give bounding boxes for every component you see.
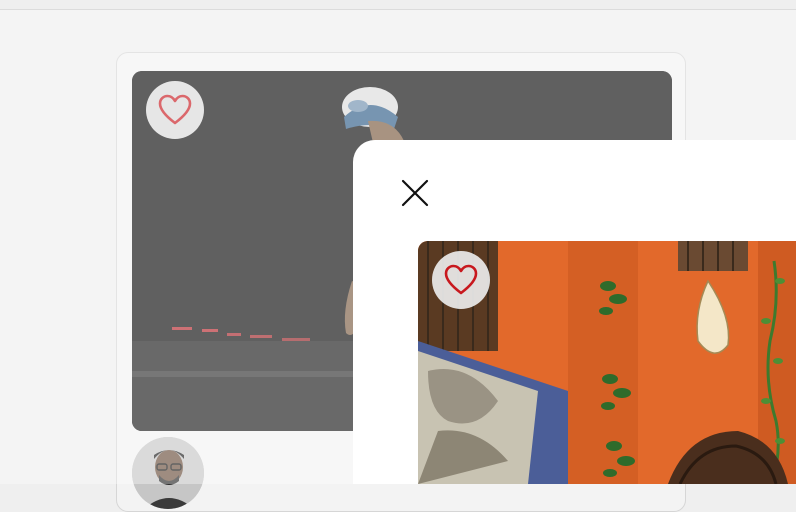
modal-like-button[interactable] [432, 251, 490, 309]
heart-outline-icon [444, 264, 478, 295]
modal-close-button[interactable] [398, 176, 432, 210]
close-icon [401, 179, 429, 207]
